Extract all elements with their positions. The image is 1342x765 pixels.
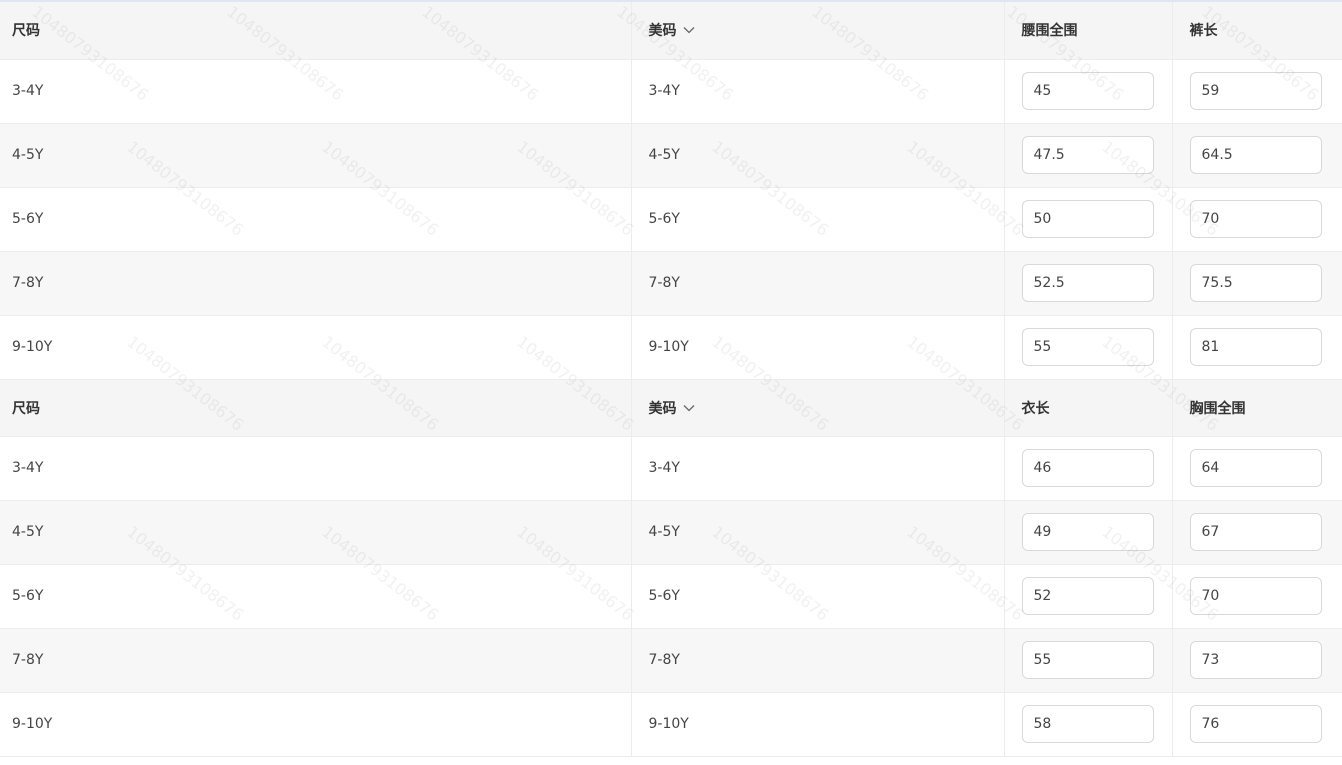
size-cell: 4-5Y: [0, 123, 632, 188]
pant-length-input[interactable]: [1189, 264, 1322, 302]
table-row: 3-4Y 3-4Y: [0, 436, 1342, 501]
header-chest: 胸围全围: [1172, 379, 1342, 437]
us-size-cell: 7-8Y: [631, 628, 1005, 693]
size-cell: 5-6Y: [0, 187, 632, 252]
size-cell: 9-10Y: [0, 315, 632, 380]
table-row: 3-4Y 3-4Y: [0, 59, 1342, 124]
waist-input[interactable]: [1021, 200, 1154, 238]
us-size-cell: 4-5Y: [631, 123, 1005, 188]
us-size-cell: 4-5Y: [631, 500, 1005, 565]
length-input[interactable]: [1021, 577, 1154, 615]
chevron-down-icon[interactable]: [683, 404, 695, 412]
pant-length-input[interactable]: [1189, 200, 1322, 238]
pant-length-input[interactable]: [1189, 328, 1322, 366]
header-size: 尺码: [0, 379, 632, 437]
length-input[interactable]: [1021, 641, 1154, 679]
us-size-cell: 3-4Y: [631, 59, 1005, 124]
chevron-down-icon[interactable]: [683, 26, 695, 34]
us-size-cell: 9-10Y: [631, 692, 1005, 757]
table-row: 7-8Y 7-8Y: [0, 251, 1342, 316]
table-row: 9-10Y 9-10Y: [0, 692, 1342, 757]
header-us-size-label: 美码: [648, 23, 677, 40]
us-size-cell: 5-6Y: [631, 187, 1005, 252]
size-cell: 3-4Y: [0, 59, 632, 124]
table-row: 7-8Y 7-8Y: [0, 628, 1342, 693]
pant-length-input[interactable]: [1189, 136, 1322, 174]
us-size-cell: 9-10Y: [631, 315, 1005, 380]
table-row: 4-5Y 4-5Y: [0, 123, 1342, 188]
size-cell: 7-8Y: [0, 251, 632, 316]
header-size: 尺码: [0, 2, 632, 60]
header-us-size[interactable]: 美码: [631, 379, 1005, 437]
us-size-cell: 7-8Y: [631, 251, 1005, 316]
us-size-cell: 5-6Y: [631, 564, 1005, 629]
header-us-size[interactable]: 美码: [631, 2, 1005, 60]
header-waist: 腰围全围: [1004, 2, 1173, 60]
waist-input[interactable]: [1021, 264, 1154, 302]
size-cell: 9-10Y: [0, 692, 632, 757]
size-cell: 4-5Y: [0, 500, 632, 565]
size-cell: 7-8Y: [0, 628, 632, 693]
size-chart-page: 尺码 美码 腰围全围 裤长 3-4Y 3-4Y 4-5Y 4-5Y: [0, 0, 1342, 765]
us-size-cell: 3-4Y: [631, 436, 1005, 501]
table-row: 9-10Y 9-10Y: [0, 315, 1342, 380]
table-row: 4-5Y 4-5Y: [0, 500, 1342, 565]
length-input[interactable]: [1021, 705, 1154, 743]
header-length: 衣长: [1004, 379, 1173, 437]
table-row: 5-6Y 5-6Y: [0, 564, 1342, 629]
chest-input[interactable]: [1189, 513, 1322, 551]
chest-input[interactable]: [1189, 705, 1322, 743]
size-cell: 5-6Y: [0, 564, 632, 629]
length-input[interactable]: [1021, 513, 1154, 551]
waist-input[interactable]: [1021, 72, 1154, 110]
chest-input[interactable]: [1189, 577, 1322, 615]
table-row: 5-6Y 5-6Y: [0, 187, 1342, 252]
chest-input[interactable]: [1189, 449, 1322, 487]
table-header-row: 尺码 美码 腰围全围 裤长: [0, 2, 1342, 60]
pant-length-input[interactable]: [1189, 72, 1322, 110]
header-us-size-label: 美码: [648, 400, 677, 417]
chest-input[interactable]: [1189, 641, 1322, 679]
size-chart-table: 尺码 美码 腰围全围 裤长 3-4Y 3-4Y 4-5Y 4-5Y: [0, 2, 1342, 757]
size-cell: 3-4Y: [0, 436, 632, 501]
table-header-row: 尺码 美码 衣长 胸围全围: [0, 379, 1342, 437]
waist-input[interactable]: [1021, 328, 1154, 366]
length-input[interactable]: [1021, 449, 1154, 487]
header-pant-length: 裤长: [1172, 2, 1342, 60]
waist-input[interactable]: [1021, 136, 1154, 174]
